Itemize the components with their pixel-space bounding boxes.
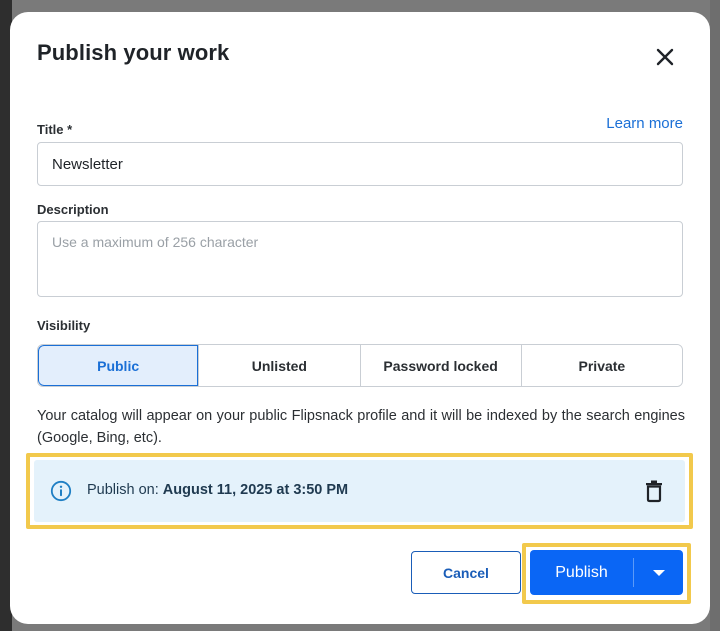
close-icon — [656, 48, 674, 66]
title-input[interactable] — [37, 142, 683, 186]
schedule-prefix: Publish on: — [87, 482, 163, 498]
backdrop-right-edge — [710, 0, 720, 631]
learn-more-link[interactable]: Learn more — [606, 115, 683, 132]
schedule-banner: Publish on: August 11, 2025 at 3:50 PM — [34, 460, 685, 522]
description-field[interactable] — [37, 221, 683, 297]
description-label: Description — [37, 202, 109, 217]
schedule-date: August 11, 2025 at 3:50 PM — [162, 482, 349, 498]
caret-down-icon — [652, 569, 665, 576]
schedule-text: Publish on: August 11, 2025 at 3:50 PM — [87, 482, 348, 498]
publish-split-button: Publish — [530, 550, 683, 595]
cancel-button[interactable]: Cancel — [411, 551, 521, 594]
publish-dialog: Publish your work Title * Learn more Des… — [10, 12, 710, 624]
visibility-selector: Public Unlisted Password locked Private — [37, 344, 683, 387]
visibility-option-password-locked[interactable]: Password locked — [359, 345, 521, 386]
visibility-description: Your catalog will appear on your public … — [37, 408, 685, 446]
trash-icon — [646, 480, 662, 503]
info-icon — [50, 480, 72, 502]
publish-button[interactable]: Publish — [530, 550, 633, 595]
visibility-option-private[interactable]: Private — [520, 345, 682, 386]
dialog-title: Publish your work — [37, 40, 230, 65]
close-button[interactable] — [650, 42, 680, 72]
visibility-label: Visibility — [37, 318, 91, 333]
visibility-option-unlisted[interactable]: Unlisted — [198, 345, 360, 386]
title-label: Title * — [37, 122, 73, 137]
delete-schedule-button[interactable] — [643, 479, 665, 503]
visibility-option-public[interactable]: Public — [38, 345, 199, 386]
publish-options-button[interactable] — [634, 550, 683, 595]
